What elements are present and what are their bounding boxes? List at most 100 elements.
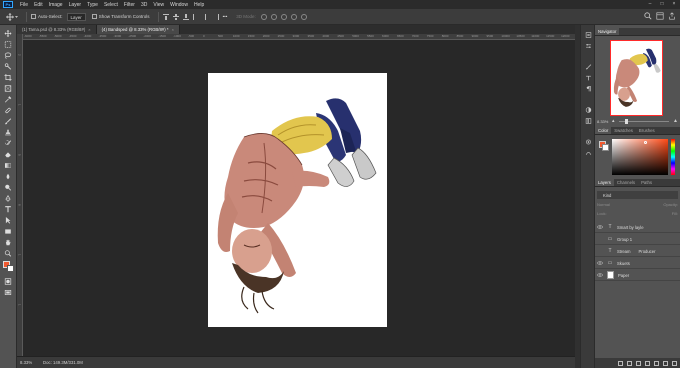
3d-slide-icon[interactable] — [290, 13, 297, 20]
libraries-panel-icon[interactable] — [584, 117, 592, 124]
marquee-tool-icon[interactable] — [3, 40, 13, 48]
layer-row[interactable]: T Stream Producer — [595, 246, 680, 257]
navigator-thumbnail[interactable] — [610, 40, 663, 116]
close-button[interactable]: × — [668, 0, 680, 9]
tab-channels[interactable]: Channels — [614, 179, 638, 186]
tab-navigator[interactable]: Navigator — [595, 28, 620, 35]
tab-layers[interactable]: Layers — [595, 179, 614, 186]
history-brush-tool-icon[interactable] — [3, 139, 13, 147]
zoom-out-icon[interactable]: ▴ — [612, 119, 615, 124]
menu-file[interactable]: File — [17, 2, 31, 8]
align-right-icon[interactable] — [213, 13, 219, 20]
navigator-zoom-value[interactable]: 8.33% — [597, 119, 612, 124]
add-mask-icon[interactable] — [636, 360, 641, 366]
align-bottom-icon[interactable] — [182, 13, 189, 20]
hue-slider[interactable] — [671, 139, 675, 175]
hand-tool-icon[interactable] — [3, 238, 13, 246]
channels-panel-icon[interactable] — [584, 138, 592, 145]
layer-row[interactable]: ▭ Group 1 — [595, 234, 680, 245]
close-tab-icon[interactable]: × — [172, 25, 174, 34]
new-group-icon[interactable] — [654, 360, 659, 366]
quick-select-tool-icon[interactable] — [3, 62, 13, 70]
eraser-tool-icon[interactable] — [3, 150, 13, 158]
crop-tool-icon[interactable] — [3, 73, 13, 81]
color-background-swatch[interactable] — [602, 144, 609, 151]
pen-tool-icon[interactable] — [3, 194, 13, 202]
properties-panel-icon[interactable] — [584, 42, 592, 49]
eyedropper-tool-icon[interactable] — [3, 95, 13, 103]
document-tab[interactable]: (1) Tama.psd @ 8.33% (RGB/8#) × — [17, 25, 97, 34]
path-select-tool-icon[interactable] — [3, 216, 13, 224]
layer-row[interactable]: T Smart by layle — [595, 222, 680, 233]
layer-row[interactable]: Paper — [595, 270, 680, 281]
link-layers-icon[interactable] — [618, 360, 623, 366]
quick-mask-icon[interactable] — [3, 277, 13, 285]
history-panel-icon[interactable] — [584, 31, 592, 38]
brush-settings-icon[interactable] — [584, 63, 592, 70]
blur-tool-icon[interactable] — [3, 172, 13, 180]
lock-label[interactable]: Lock: — [597, 211, 607, 216]
brush-tool-icon[interactable] — [3, 117, 13, 125]
clone-stamp-tool-icon[interactable] — [3, 128, 13, 136]
tab-paths[interactable]: Paths — [638, 179, 655, 186]
healing-brush-tool-icon[interactable] — [3, 106, 13, 114]
color-picker-field[interactable] — [612, 139, 668, 175]
menu-layer[interactable]: Layer — [66, 2, 85, 8]
adjustments-panel-icon[interactable] — [584, 106, 592, 113]
3d-pan-icon[interactable] — [280, 13, 287, 20]
menu-select[interactable]: Select — [101, 2, 121, 8]
tab-color[interactable]: Color — [595, 127, 612, 134]
tab-swatches[interactable]: Swatches — [611, 127, 636, 134]
trash-icon[interactable] — [672, 360, 677, 366]
fx-icon[interactable] — [627, 360, 632, 366]
opacity-label[interactable]: Opacity: — [663, 202, 678, 207]
auto-select-dropdown[interactable]: Layer — [66, 12, 86, 21]
menu-view[interactable]: View — [150, 2, 167, 8]
paragraph-panel-icon[interactable] — [584, 85, 592, 92]
frame-tool-icon[interactable] — [3, 84, 13, 92]
gradient-tool-icon[interactable] — [3, 161, 13, 169]
menu-window[interactable]: Window — [167, 2, 191, 8]
zoom-tool-icon[interactable] — [3, 249, 13, 257]
screen-mode-icon[interactable] — [3, 288, 13, 296]
document-canvas[interactable] — [208, 73, 387, 327]
align-hcenter-icon[interactable] — [203, 13, 209, 20]
canvas-workspace[interactable] — [23, 40, 575, 356]
menu-image[interactable]: Image — [46, 2, 66, 8]
more-options-icon[interactable]: ••• — [223, 14, 228, 19]
3d-scale-icon[interactable] — [300, 13, 307, 20]
move-tool-icon[interactable] — [3, 29, 13, 37]
dodge-tool-icon[interactable] — [3, 183, 13, 191]
type-tool-icon[interactable] — [3, 205, 13, 213]
eye-icon[interactable] — [595, 258, 605, 268]
minimize-button[interactable]: – — [644, 0, 656, 9]
tab-brushes[interactable]: Brushes — [636, 127, 658, 134]
search-icon[interactable] — [644, 12, 652, 20]
layer-filter-kind[interactable]: Kind — [597, 191, 678, 199]
maximize-button[interactable]: □ — [656, 0, 668, 9]
share-icon[interactable] — [668, 12, 676, 20]
blend-mode-dropdown[interactable]: Normal — [597, 202, 610, 207]
workspace-icon[interactable] — [656, 12, 664, 20]
3d-roll-icon[interactable] — [270, 13, 277, 20]
eye-hidden-icon[interactable] — [595, 246, 605, 256]
eye-hidden-icon[interactable] — [595, 234, 605, 244]
menu-edit[interactable]: Edit — [31, 2, 46, 8]
show-transform-checkbox[interactable] — [91, 14, 97, 19]
rectangle-tool-icon[interactable] — [3, 227, 13, 235]
fill-label[interactable]: Fill: — [672, 211, 678, 216]
3d-orbit-icon[interactable] — [260, 13, 267, 20]
color-picker-cursor[interactable] — [644, 141, 647, 144]
eye-icon[interactable] — [595, 222, 605, 232]
close-tab-icon[interactable]: × — [88, 25, 90, 34]
eye-icon[interactable] — [595, 270, 605, 280]
slider-knob[interactable] — [624, 119, 628, 124]
document-tab-active[interactable]: (4) Bandsped @ 8.33% (RGB/8#) * × — [96, 25, 180, 34]
lasso-tool-icon[interactable] — [3, 51, 13, 59]
menu-help[interactable]: Help — [191, 2, 207, 8]
menu-3d[interactable]: 3D — [138, 2, 150, 8]
new-layer-icon[interactable] — [663, 360, 668, 366]
menu-type[interactable]: Type — [84, 2, 101, 8]
layer-row[interactable]: ▭ Skuets — [595, 258, 680, 269]
document-info[interactable]: Doc: 149.3M/331.0M — [37, 360, 83, 365]
